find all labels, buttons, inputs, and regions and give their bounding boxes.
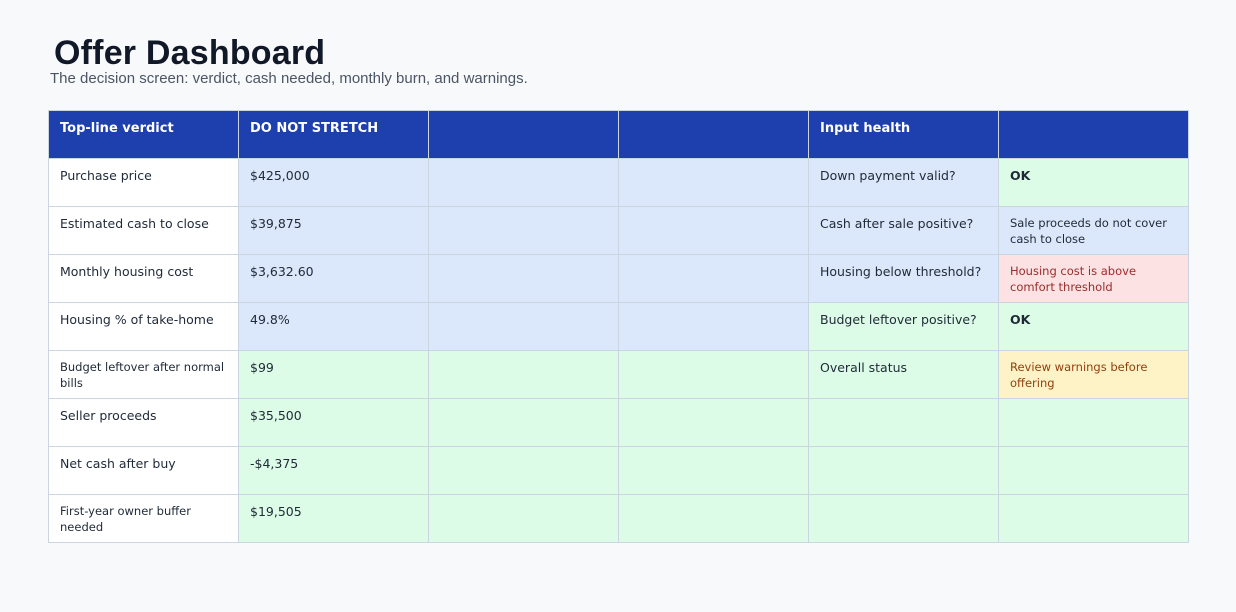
empty-cell[interactable] [618, 398, 809, 447]
empty-cell[interactable] [618, 158, 809, 207]
empty-cell[interactable] [618, 494, 809, 543]
empty-cell[interactable] [808, 446, 999, 495]
empty-cell[interactable] [428, 398, 619, 447]
metric-value-cell[interactable]: $35,500 [238, 398, 429, 447]
header-cell-verdict-label[interactable]: Top-line verdict [48, 110, 239, 159]
page-title: Offer Dashboard [54, 34, 326, 72]
empty-cell[interactable] [808, 494, 999, 543]
empty-cell[interactable] [428, 206, 619, 255]
empty-cell[interactable] [618, 254, 809, 303]
metric-value-cell[interactable]: -$4,375 [238, 446, 429, 495]
table-row: Monthly housing cost $3,632.60 Housing b… [48, 254, 1189, 303]
metric-label-cell[interactable]: Seller proceeds [48, 398, 239, 447]
table-row: Housing % of take-home 49.8% Budget left… [48, 302, 1189, 351]
metric-label-cell[interactable]: Budget leftover after normal bills [48, 350, 239, 399]
health-check-cell[interactable]: Cash after sale positive? [808, 206, 999, 255]
metric-value-cell[interactable]: $425,000 [238, 158, 429, 207]
header-cell-empty[interactable] [998, 110, 1189, 159]
empty-cell[interactable] [428, 494, 619, 543]
empty-cell[interactable] [618, 350, 809, 399]
table-row: Seller proceeds $35,500 [48, 398, 1189, 447]
health-check-cell[interactable]: Overall status [808, 350, 999, 399]
table-row: Budget leftover after normal bills $99 O… [48, 350, 1189, 399]
header-cell-verdict-value[interactable]: DO NOT STRETCH [238, 110, 429, 159]
metric-value-cell[interactable]: $3,632.60 [238, 254, 429, 303]
metric-label-cell[interactable]: Purchase price [48, 158, 239, 207]
header-cell-empty[interactable] [428, 110, 619, 159]
metric-value-cell[interactable]: $19,505 [238, 494, 429, 543]
health-check-cell[interactable]: Housing below threshold? [808, 254, 999, 303]
table-row: Net cash after buy -$4,375 [48, 446, 1189, 495]
header-cell-input-health[interactable]: Input health [808, 110, 999, 159]
empty-cell[interactable] [428, 254, 619, 303]
empty-cell[interactable] [618, 206, 809, 255]
empty-cell[interactable] [618, 302, 809, 351]
metric-value-cell[interactable]: $39,875 [238, 206, 429, 255]
empty-cell[interactable] [998, 446, 1189, 495]
empty-cell[interactable] [428, 446, 619, 495]
offer-dashboard-grid: Top-line verdict DO NOT STRETCH Input he… [48, 110, 1189, 543]
table-row: First-year owner buffer needed $19,505 [48, 494, 1189, 543]
empty-cell[interactable] [428, 302, 619, 351]
metric-value-cell[interactable]: 49.8% [238, 302, 429, 351]
health-check-cell[interactable]: Down payment valid? [808, 158, 999, 207]
empty-cell[interactable] [428, 158, 619, 207]
metric-value-cell[interactable]: $99 [238, 350, 429, 399]
empty-cell[interactable] [998, 398, 1189, 447]
metric-label-cell[interactable]: Housing % of take-home [48, 302, 239, 351]
health-status-cell[interactable]: OK [998, 158, 1189, 207]
header-row: Top-line verdict DO NOT STRETCH Input he… [48, 110, 1189, 159]
overall-status-cell[interactable]: Review warnings before offering [998, 350, 1189, 399]
health-warning-cell[interactable]: Housing cost is above comfort threshold [998, 254, 1189, 303]
metric-label-cell[interactable]: First-year owner buffer needed [48, 494, 239, 543]
health-status-cell[interactable]: OK [998, 302, 1189, 351]
table-row: Purchase price $425,000 Down payment val… [48, 158, 1189, 207]
table-row: Estimated cash to close $39,875 Cash aft… [48, 206, 1189, 255]
metric-label-cell[interactable]: Net cash after buy [48, 446, 239, 495]
metric-label-cell[interactable]: Estimated cash to close [48, 206, 239, 255]
header-cell-empty[interactable] [618, 110, 809, 159]
health-check-cell[interactable]: Budget leftover positive? [808, 302, 999, 351]
health-status-cell[interactable]: Sale proceeds do not cover cash to close [998, 206, 1189, 255]
empty-cell[interactable] [998, 494, 1189, 543]
empty-cell[interactable] [428, 350, 619, 399]
empty-cell[interactable] [618, 446, 809, 495]
page-subtitle: The decision screen: verdict, cash neede… [50, 70, 528, 87]
metric-label-cell[interactable]: Monthly housing cost [48, 254, 239, 303]
empty-cell[interactable] [808, 398, 999, 447]
